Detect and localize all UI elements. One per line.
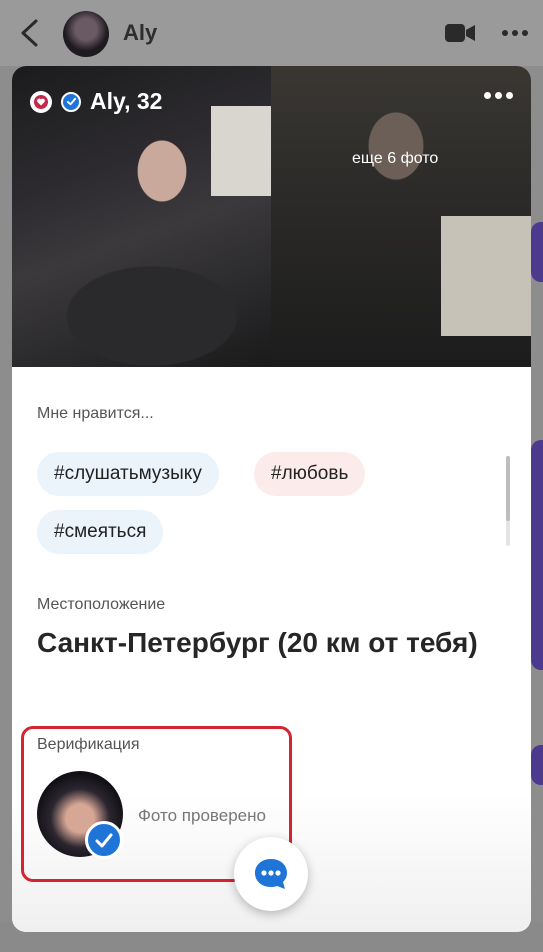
chat-title[interactable]: Aly xyxy=(123,20,157,46)
chat-button[interactable] xyxy=(234,837,308,911)
heart-icon xyxy=(30,90,52,113)
scrollbar[interactable] xyxy=(506,456,510,546)
chat-avatar[interactable] xyxy=(63,11,109,57)
back-icon[interactable] xyxy=(18,18,42,48)
interest-tag[interactable]: #слушатьмузыку xyxy=(37,452,219,496)
bg-message-bubble xyxy=(531,222,543,282)
chat-icon xyxy=(255,859,287,889)
bg-message-bubble xyxy=(531,745,543,785)
interests-label: Мне нравится... xyxy=(37,405,154,422)
profile-name-age: Aly, 32 xyxy=(90,88,163,114)
location-value: Санкт-Петербург (20 км от тебя) xyxy=(37,627,478,658)
interest-tag[interactable]: #любовь xyxy=(254,452,366,496)
more-icon[interactable] xyxy=(480,92,513,99)
more-photos-label[interactable]: еще 6 фото xyxy=(352,150,438,168)
name-row: Aly, 32 xyxy=(30,88,162,115)
profile-card: еще 6 фото Aly, 32 Мне нравится... #слуш… xyxy=(12,66,531,932)
location-label: Местоположение xyxy=(37,596,166,613)
verified-icon xyxy=(61,91,81,112)
profile-photo[interactable] xyxy=(271,66,531,367)
photo-gallery[interactable]: еще 6 фото Aly, 32 xyxy=(12,66,531,367)
video-call-icon[interactable] xyxy=(444,22,476,44)
more-icon[interactable] xyxy=(502,30,532,36)
bg-message-bubble xyxy=(531,440,543,670)
interest-tag[interactable]: #смеяться xyxy=(37,510,164,554)
